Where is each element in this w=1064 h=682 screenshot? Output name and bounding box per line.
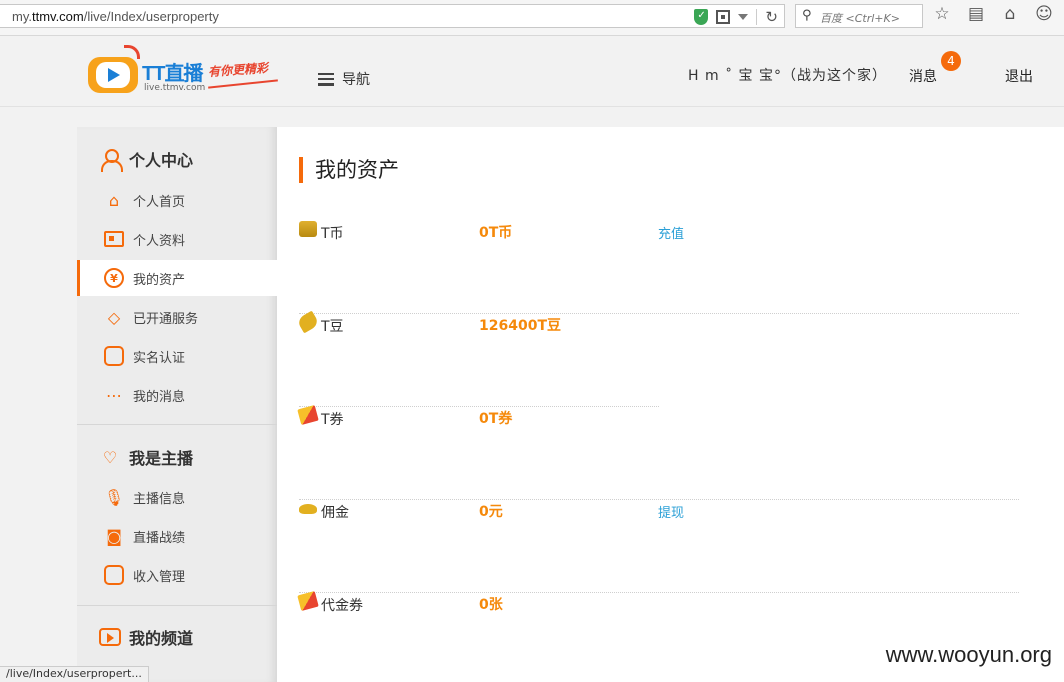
- browser-search-input[interactable]: ⚲ 百度 <Ctrl+K>: [795, 4, 923, 28]
- sidebar-item-streamer-info[interactable]: 🎙 主播信息: [77, 479, 277, 515]
- sidebar-item-live-record[interactable]: ◙ 直播战绩: [77, 518, 277, 554]
- play-icon: [99, 628, 121, 646]
- sidebar: 个人中心 ⌂ 个人首页 个人资料 ¥ 我的资产 ◇ 已开通服务 实名认证 ⋯ 我…: [77, 127, 277, 682]
- reload-icon[interactable]: ↻: [765, 8, 778, 26]
- search-icon: ⚲: [802, 8, 812, 23]
- withdraw-link[interactable]: 提现: [658, 502, 684, 521]
- nav-menu-button[interactable]: 导航: [318, 69, 370, 89]
- video-camera-icon: ◙: [106, 526, 122, 546]
- id-card-icon: [104, 231, 124, 247]
- asset-label: T豆: [321, 319, 344, 335]
- sidebar-item-income[interactable]: 收入管理: [77, 557, 277, 593]
- home-icon[interactable]: ⌂: [1000, 4, 1020, 24]
- logout-link[interactable]: 退出: [1005, 66, 1033, 86]
- person-icon: [101, 149, 123, 172]
- logo-tv-icon: [88, 57, 138, 93]
- voucher-icon: [297, 590, 319, 612]
- asset-value: 126400T豆: [479, 318, 561, 334]
- ticket-icon: [297, 404, 319, 426]
- face-icon: [104, 346, 124, 366]
- asset-value: 0元: [479, 504, 503, 520]
- message-count-badge: 4: [941, 51, 961, 71]
- diamond-icon: ◇: [107, 307, 121, 327]
- browser-toolbar: my.ttmv.com/live/Index/userproperty ↻ ⚲ …: [0, 0, 1064, 36]
- heart-icon: ♡: [102, 447, 118, 467]
- sidebar-item-verification[interactable]: 实名认证: [77, 338, 277, 374]
- asset-row-voucher: 代金券 0张: [297, 590, 1019, 682]
- sidebar-section-streamer: ♡ 我是主播: [99, 445, 193, 469]
- asset-row-commission: 佣金 0元 提现: [299, 500, 1019, 593]
- bean-icon: [296, 310, 320, 334]
- asset-label: T券: [321, 412, 344, 428]
- site-header: TT直播 live.ttmv.com 有你更精彩 导航 H m ˚ 宝 宝°（战…: [0, 37, 1064, 107]
- bookmark-star-icon[interactable]: ☆: [932, 4, 952, 24]
- sidebar-divider: [77, 605, 277, 606]
- address-bar[interactable]: my.ttmv.com/live/Index/userproperty ↻: [0, 4, 785, 28]
- nav-label: 导航: [342, 72, 370, 88]
- recharge-link[interactable]: 充值: [658, 223, 684, 242]
- chevron-down-icon[interactable]: [738, 14, 749, 20]
- home-icon: ⌂: [108, 190, 120, 210]
- logo-underline: [208, 79, 278, 89]
- user-name-link[interactable]: H m ˚ 宝 宝°（战为这个家）: [688, 65, 887, 85]
- watermark: www.wooyun.org: [883, 642, 1054, 668]
- main-content: 我的资产 T币 0T币 充值 T豆 126400T豆 T券 0T券 佣金 0元 …: [277, 127, 1064, 682]
- yuan-icon: ¥: [104, 268, 124, 288]
- asset-label: 佣金: [321, 505, 349, 521]
- asset-row-tticket: T券 0T券: [297, 404, 1019, 500]
- sidebar-item-services[interactable]: ◇ 已开通服务: [77, 299, 277, 335]
- sidebar-item-assets[interactable]: ¥ 我的资产: [77, 260, 277, 296]
- reading-list-icon[interactable]: ▤: [966, 4, 986, 24]
- gold-ingot-icon: [299, 504, 317, 514]
- sidebar-section-personal-center: 个人中心: [99, 147, 193, 172]
- qr-code-icon[interactable]: [716, 10, 731, 24]
- asset-value: 0T币: [479, 225, 513, 241]
- wallet-icon: [104, 565, 124, 585]
- sidebar-divider: [77, 424, 277, 425]
- logo-domain: live.ttmv.com: [144, 83, 206, 93]
- asset-label: 代金券: [321, 598, 363, 614]
- page-title: 我的资产: [299, 157, 399, 183]
- search-placeholder: 百度 <Ctrl+K>: [820, 12, 900, 25]
- shield-icon[interactable]: [694, 9, 709, 25]
- sidebar-item-profile[interactable]: 个人资料: [77, 221, 277, 257]
- asset-row-tbean: T豆 126400T豆: [296, 310, 1019, 407]
- chat-bubble-icon: ⋯: [106, 385, 122, 405]
- logo-name: TT直播: [142, 63, 203, 85]
- sidebar-item-messages[interactable]: ⋯ 我的消息: [77, 377, 277, 413]
- sidebar-section-channel: 我的频道: [99, 625, 193, 649]
- coins-icon: [299, 221, 317, 237]
- asset-value: 0T券: [479, 411, 513, 427]
- messages-link[interactable]: 消息: [909, 66, 937, 86]
- menu-icon: [318, 72, 334, 86]
- microphone-icon: 🎙: [103, 487, 125, 507]
- asset-label: T币: [321, 226, 344, 242]
- sidebar-item-home[interactable]: ⌂ 个人首页: [77, 182, 277, 218]
- asset-row-tcoin: T币 0T币 充值: [299, 221, 1019, 314]
- asset-value: 0张: [479, 597, 503, 613]
- address-text: my.ttmv.com/live/Index/userproperty: [12, 9, 219, 24]
- site-logo[interactable]: TT直播 live.ttmv.com 有你更精彩: [88, 45, 288, 97]
- logo-slogan: 有你更精彩: [207, 60, 269, 80]
- status-bar-url: /live/Index/userpropert...: [0, 666, 149, 682]
- separator: [756, 9, 758, 25]
- chat-icon[interactable]: ☺: [1034, 4, 1054, 24]
